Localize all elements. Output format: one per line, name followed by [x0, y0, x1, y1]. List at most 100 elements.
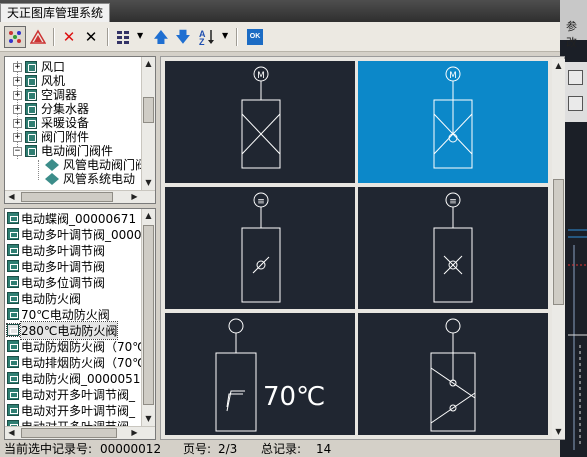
- x-icon: ✕: [84, 27, 98, 46]
- list-item[interactable]: 电动多叶调节阀: [7, 242, 105, 258]
- tree-item-manifold[interactable]: + 分集水器: [13, 102, 89, 116]
- current-record-label: 当前选中记录号:: [4, 442, 93, 456]
- total-records-value: 14: [316, 442, 332, 456]
- tree-item-fengkou[interactable]: + 风口: [13, 60, 65, 74]
- preview-grid: M M ≡ ≡ 70℃ ▲ ▼: [160, 56, 565, 440]
- preview-cell[interactable]: 70℃: [165, 313, 355, 435]
- tree-horizontal-scrollbar[interactable]: ◀ ▶: [5, 190, 155, 203]
- scroll-right-icon[interactable]: ▶: [128, 191, 141, 203]
- tree-item-label: 空调器: [41, 88, 78, 102]
- preview-cell[interactable]: ≡: [358, 187, 548, 309]
- list-item[interactable]: 电动对开多叶调节阀_: [7, 386, 135, 402]
- scroll-thumb[interactable]: [143, 97, 154, 123]
- tree-item-heating[interactable]: + 采暖设备: [13, 116, 89, 130]
- valve-symbol-icon: [430, 318, 476, 432]
- tree-item-label: 采暖设备: [41, 116, 90, 130]
- background-icon: [568, 96, 583, 111]
- window-title: 天正图库管理系统: [0, 3, 111, 22]
- tree-guide-line: [38, 160, 39, 180]
- expand-icon[interactable]: +: [13, 104, 22, 114]
- scroll-thumb[interactable]: [21, 192, 113, 202]
- page-label: 页号:: [183, 442, 212, 456]
- scroll-left-icon[interactable]: ◀: [5, 427, 18, 439]
- scroll-up-icon[interactable]: ▲: [552, 59, 565, 73]
- scroll-left-icon[interactable]: ◀: [5, 191, 18, 203]
- scroll-thumb[interactable]: [553, 179, 564, 305]
- triangle-icon: [30, 29, 46, 44]
- scroll-up-icon[interactable]: ▲: [142, 57, 155, 71]
- expand-icon[interactable]: +: [13, 118, 22, 128]
- tree-item-label: 分集水器: [41, 102, 90, 116]
- scroll-right-icon[interactable]: ▶: [128, 427, 141, 439]
- tree-item-fengji[interactable]: + 风机: [13, 74, 65, 88]
- current-record-value: 00000012: [100, 442, 162, 456]
- valve-icon: [7, 212, 19, 224]
- list-item[interactable]: 电动防火阀: [7, 290, 81, 306]
- layout-dropdown-icon[interactable]: ▼: [137, 31, 143, 40]
- move-up-button[interactable]: 🡅: [150, 26, 172, 48]
- motor-symbol: M: [257, 71, 265, 81]
- scroll-down-icon[interactable]: ▼: [142, 176, 155, 190]
- preview-cell[interactable]: [358, 313, 548, 435]
- tree-item-label: 电动阀门阀件: [41, 144, 114, 158]
- tree-item-air-conditioner[interactable]: + 空调器: [13, 88, 77, 102]
- list-item[interactable]: 70℃电动防火阀: [7, 306, 110, 322]
- delete-button[interactable]: ✕: [58, 26, 80, 48]
- preview-cell[interactable]: M: [165, 61, 355, 183]
- toolbar-separator: [53, 28, 54, 46]
- valve-icon: [7, 404, 19, 416]
- folder-icon: [25, 75, 37, 87]
- list-item[interactable]: 电动对开多叶调节阀_: [7, 402, 135, 418]
- expand-icon[interactable]: +: [13, 90, 22, 100]
- expand-icon[interactable]: +: [13, 132, 22, 142]
- valve-icon: [7, 388, 19, 400]
- list-item[interactable]: 电动排烟防火阀（70℃: [7, 354, 146, 370]
- list-item-selected[interactable]: 280℃电动防火阀: [6, 320, 119, 340]
- expand-icon[interactable]: +: [13, 62, 22, 72]
- tree-subitem-duct-system-electric[interactable]: 风管系统电动: [45, 172, 135, 186]
- app-window: 天正图库管理系统 参改 ✕ ✕ ▼ 🡅 🡇 A Z ▼ OK + 风口 + 风机…: [0, 0, 587, 457]
- scroll-down-icon[interactable]: ▼: [552, 425, 565, 439]
- scroll-thumb[interactable]: [21, 428, 117, 438]
- list-vertical-scrollbar[interactable]: ▲ ▼: [141, 209, 155, 426]
- list-item[interactable]: 电动多叶调节阀_0000: [7, 226, 142, 242]
- scroll-up-icon[interactable]: ▲: [142, 209, 155, 223]
- tree-item-label: 阀门附件: [41, 130, 90, 144]
- actuator-symbol: ≡: [449, 197, 457, 207]
- shape-view-button[interactable]: [27, 26, 49, 48]
- scroll-down-icon[interactable]: ▼: [142, 412, 155, 426]
- tree-subitem-duct-electric-valve[interactable]: 风管电动阀门阀: [45, 158, 147, 172]
- close-button[interactable]: ✕: [80, 26, 102, 48]
- tree-vertical-scrollbar[interactable]: ▲ ▼: [141, 57, 155, 190]
- svg-text:Z: Z: [199, 37, 205, 46]
- list-item[interactable]: 电动多叶调节阀: [7, 258, 105, 274]
- arrow-down-icon: 🡇: [175, 27, 191, 46]
- preview-vertical-scrollbar[interactable]: ▲ ▼: [552, 59, 565, 439]
- valve-icon: [6, 323, 20, 337]
- arrow-up-icon: 🡅: [153, 27, 169, 46]
- tree-item-label: 风口: [41, 60, 66, 74]
- list-item[interactable]: 电动多位调节阀: [7, 274, 105, 290]
- expand-icon[interactable]: +: [13, 76, 22, 86]
- preview-cell-selected[interactable]: M: [358, 61, 548, 183]
- layout-button[interactable]: [112, 26, 134, 48]
- scroll-thumb[interactable]: [143, 225, 154, 405]
- grid-dots-icon: [9, 31, 21, 43]
- valve-icon: [7, 356, 19, 368]
- tree-item-electric-valves[interactable]: − 电动阀门阀件: [13, 144, 113, 158]
- list-horizontal-scrollbar[interactable]: ◀ ▶: [5, 426, 155, 439]
- collapse-icon[interactable]: −: [13, 146, 22, 156]
- ok-button[interactable]: OK: [244, 26, 266, 48]
- sort-button[interactable]: A Z: [196, 26, 218, 48]
- valve-icon: [7, 276, 19, 288]
- sort-dropdown-icon[interactable]: ▼: [222, 31, 228, 40]
- folder-icon: [25, 61, 37, 73]
- move-down-button[interactable]: 🡇: [172, 26, 194, 48]
- preview-cell[interactable]: ≡: [165, 187, 355, 309]
- list-item[interactable]: 电动防火阀_00000517: [7, 370, 148, 386]
- multi-view-button[interactable]: [4, 26, 26, 48]
- tree-item-valve-accessories[interactable]: + 阀门附件: [13, 130, 89, 144]
- list-item[interactable]: 电动蝶阀_00000671: [7, 210, 136, 226]
- temperature-label: 70℃: [263, 382, 325, 412]
- list-item[interactable]: 电动防烟防火阀（70℃: [7, 338, 146, 354]
